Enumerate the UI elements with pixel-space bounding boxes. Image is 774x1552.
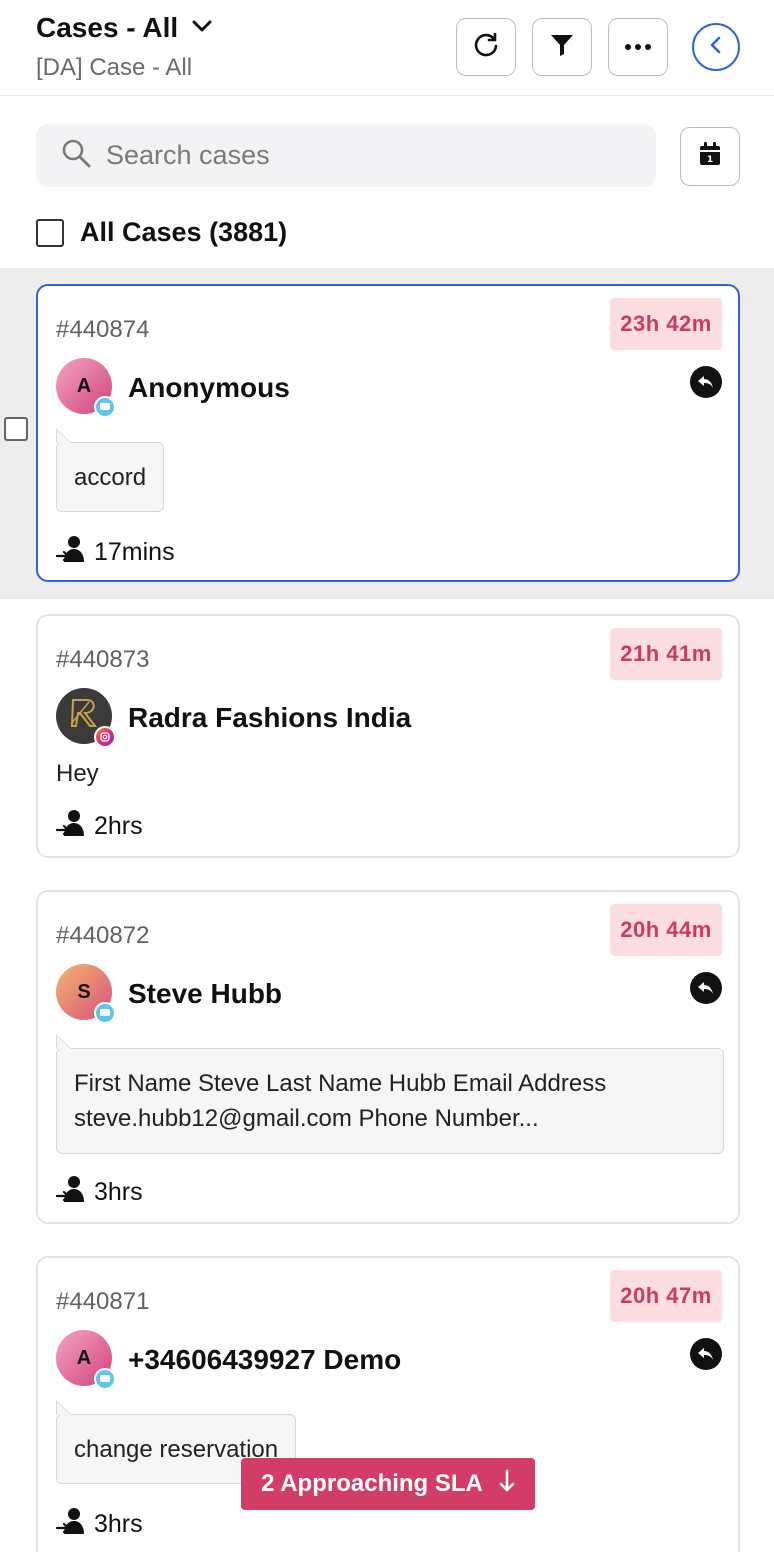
- sla-badge: 23h 42m: [610, 298, 722, 350]
- assignee-icon: [55, 808, 86, 845]
- case-age: 2hrs: [55, 808, 143, 845]
- calendar-icon: 1: [698, 141, 722, 172]
- search-icon: [60, 137, 92, 174]
- date-filter-button[interactable]: 1: [680, 127, 740, 186]
- message-preview: accord: [56, 428, 165, 512]
- avatar-initial: A: [76, 374, 92, 397]
- avatar: [56, 688, 116, 748]
- chat-channel-icon: [94, 1002, 116, 1024]
- avatar-initial: S: [77, 980, 91, 1003]
- avatar: A: [56, 1330, 116, 1390]
- page-title: Cases - All: [36, 12, 179, 43]
- case-card[interactable]: #440874 23h 42m A Anonymous accord 17min…: [36, 284, 740, 582]
- select-all-row: All Cases (3881): [36, 217, 287, 248]
- assignee-icon: [55, 1506, 86, 1543]
- reply-icon[interactable]: [690, 972, 722, 1004]
- approaching-sla-button[interactable]: 2 Approaching SLA: [241, 1458, 535, 1510]
- message-line: steve.hubb12@gmail.com Phone Number...: [74, 1105, 539, 1132]
- case-card[interactable]: #440872 20h 44m S Steve Hubb First Name …: [36, 890, 740, 1224]
- case-id: #440872: [56, 922, 150, 949]
- search-input[interactable]: [106, 140, 606, 171]
- header: Cases - All [DA] Case - All: [0, 0, 774, 96]
- page-subtitle: [DA] Case - All: [36, 54, 193, 81]
- refresh-button[interactable]: [456, 18, 516, 76]
- message-preview: First Name Steve Last Name Hubb Email Ad…: [56, 1034, 724, 1154]
- filter-icon: [549, 32, 575, 63]
- approaching-sla-label: 2 Approaching SLA: [261, 1470, 483, 1497]
- select-all-checkbox[interactable]: [36, 218, 64, 247]
- customer-name: Steve Hubb: [128, 978, 283, 1009]
- row-checkbox[interactable]: [4, 417, 28, 441]
- refresh-icon: [472, 31, 500, 64]
- avatar-initial: A: [76, 1346, 92, 1369]
- case-age-text: 3hrs: [94, 1178, 143, 1206]
- view-selector[interactable]: Cases - All: [36, 12, 212, 44]
- case-card[interactable]: #440873 21h 41m Radra Fashions India Hey…: [36, 614, 740, 858]
- more-options-button[interactable]: [608, 18, 668, 76]
- case-id: #440874: [56, 316, 150, 343]
- sla-badge: 20h 44m: [610, 904, 722, 956]
- chevron-left-icon: [708, 35, 724, 60]
- avatar: S: [56, 964, 116, 1024]
- instagram-channel-icon: [94, 726, 116, 748]
- filter-button[interactable]: [532, 18, 592, 76]
- case-age-text: 3hrs: [94, 1510, 143, 1538]
- chevron-down-icon: [192, 19, 212, 38]
- case-id: #440871: [56, 1288, 150, 1315]
- assignee-icon: [55, 1174, 86, 1211]
- avatar: A: [56, 358, 116, 418]
- customer-name: Anonymous: [128, 372, 290, 403]
- collapse-panel-button[interactable]: [692, 23, 740, 71]
- reply-icon[interactable]: [690, 1338, 722, 1370]
- arrow-down-icon: [499, 1469, 515, 1500]
- assignee-icon: [55, 534, 86, 571]
- customer-name: Radra Fashions India: [128, 702, 412, 733]
- customer-name: +34606439927 Demo: [128, 1344, 402, 1375]
- case-age: 3hrs: [55, 1506, 143, 1543]
- search-box[interactable]: [36, 124, 656, 187]
- chat-channel-icon: [94, 396, 116, 418]
- chat-channel-icon: [94, 1368, 116, 1390]
- case-age-text: 2hrs: [94, 812, 143, 840]
- case-age-text: 17mins: [94, 538, 175, 566]
- all-cases-label: All Cases (3881): [80, 217, 288, 247]
- message-preview: Hey: [56, 760, 99, 787]
- message-line: First Name Steve Last Name Hubb Email Ad…: [74, 1070, 607, 1097]
- svg-text:1: 1: [707, 155, 713, 165]
- sla-badge: 20h 47m: [610, 1270, 722, 1322]
- case-id: #440873: [56, 646, 150, 673]
- case-age: 3hrs: [55, 1174, 143, 1211]
- sla-badge: 21h 41m: [610, 628, 722, 680]
- reply-icon[interactable]: [690, 366, 722, 398]
- case-age: 17mins: [55, 534, 175, 571]
- more-icon: [624, 38, 652, 56]
